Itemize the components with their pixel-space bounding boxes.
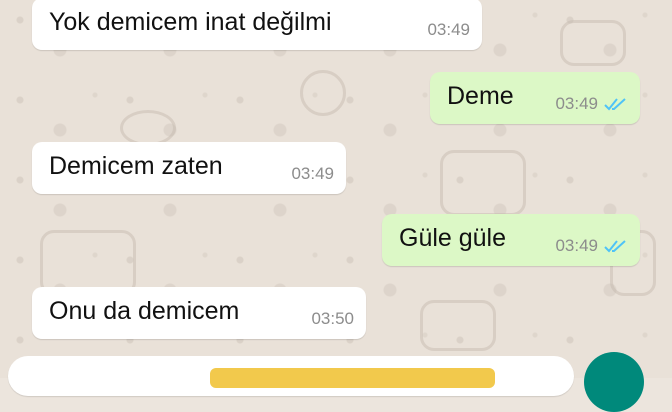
message-meta: 03:49 [427,20,470,40]
message-time: 03:49 [555,94,598,113]
message-time: 03:49 [291,164,334,183]
message-text: Onu da demicem [49,297,240,325]
message-meta: 03:49 [291,164,334,184]
message-bubble-incoming[interactable]: Yok demicem inat değilmi 03:49 [32,0,482,50]
message-text: Deme [447,82,514,110]
input-highlight [210,368,495,388]
send-button[interactable] [584,352,644,412]
message-meta: 03:49 [555,236,628,256]
message-time: 03:49 [555,236,598,255]
message-bubble-outgoing[interactable]: Deme 03:49 [430,72,640,124]
message-text: Güle güle [399,224,507,252]
double-check-read-icon [604,98,626,111]
message-bubble-incoming[interactable]: Onu da demicem 03:50 [32,287,366,339]
message-bubble-outgoing[interactable]: Güle güle 03:49 [382,214,640,266]
message-list[interactable]: Yok demicem inat değilmi 03:49 Deme 03:4… [0,0,672,378]
message-time: 03:49 [427,20,470,39]
message-text: Demicem zaten [49,152,223,180]
message-meta: 03:50 [311,309,354,329]
double-check-read-icon [604,240,626,253]
message-text: Yok demicem inat değilmi [49,8,332,36]
message-meta: 03:49 [555,94,628,114]
message-bubble-incoming[interactable]: Demicem zaten 03:49 [32,142,346,194]
message-time: 03:50 [311,309,354,328]
